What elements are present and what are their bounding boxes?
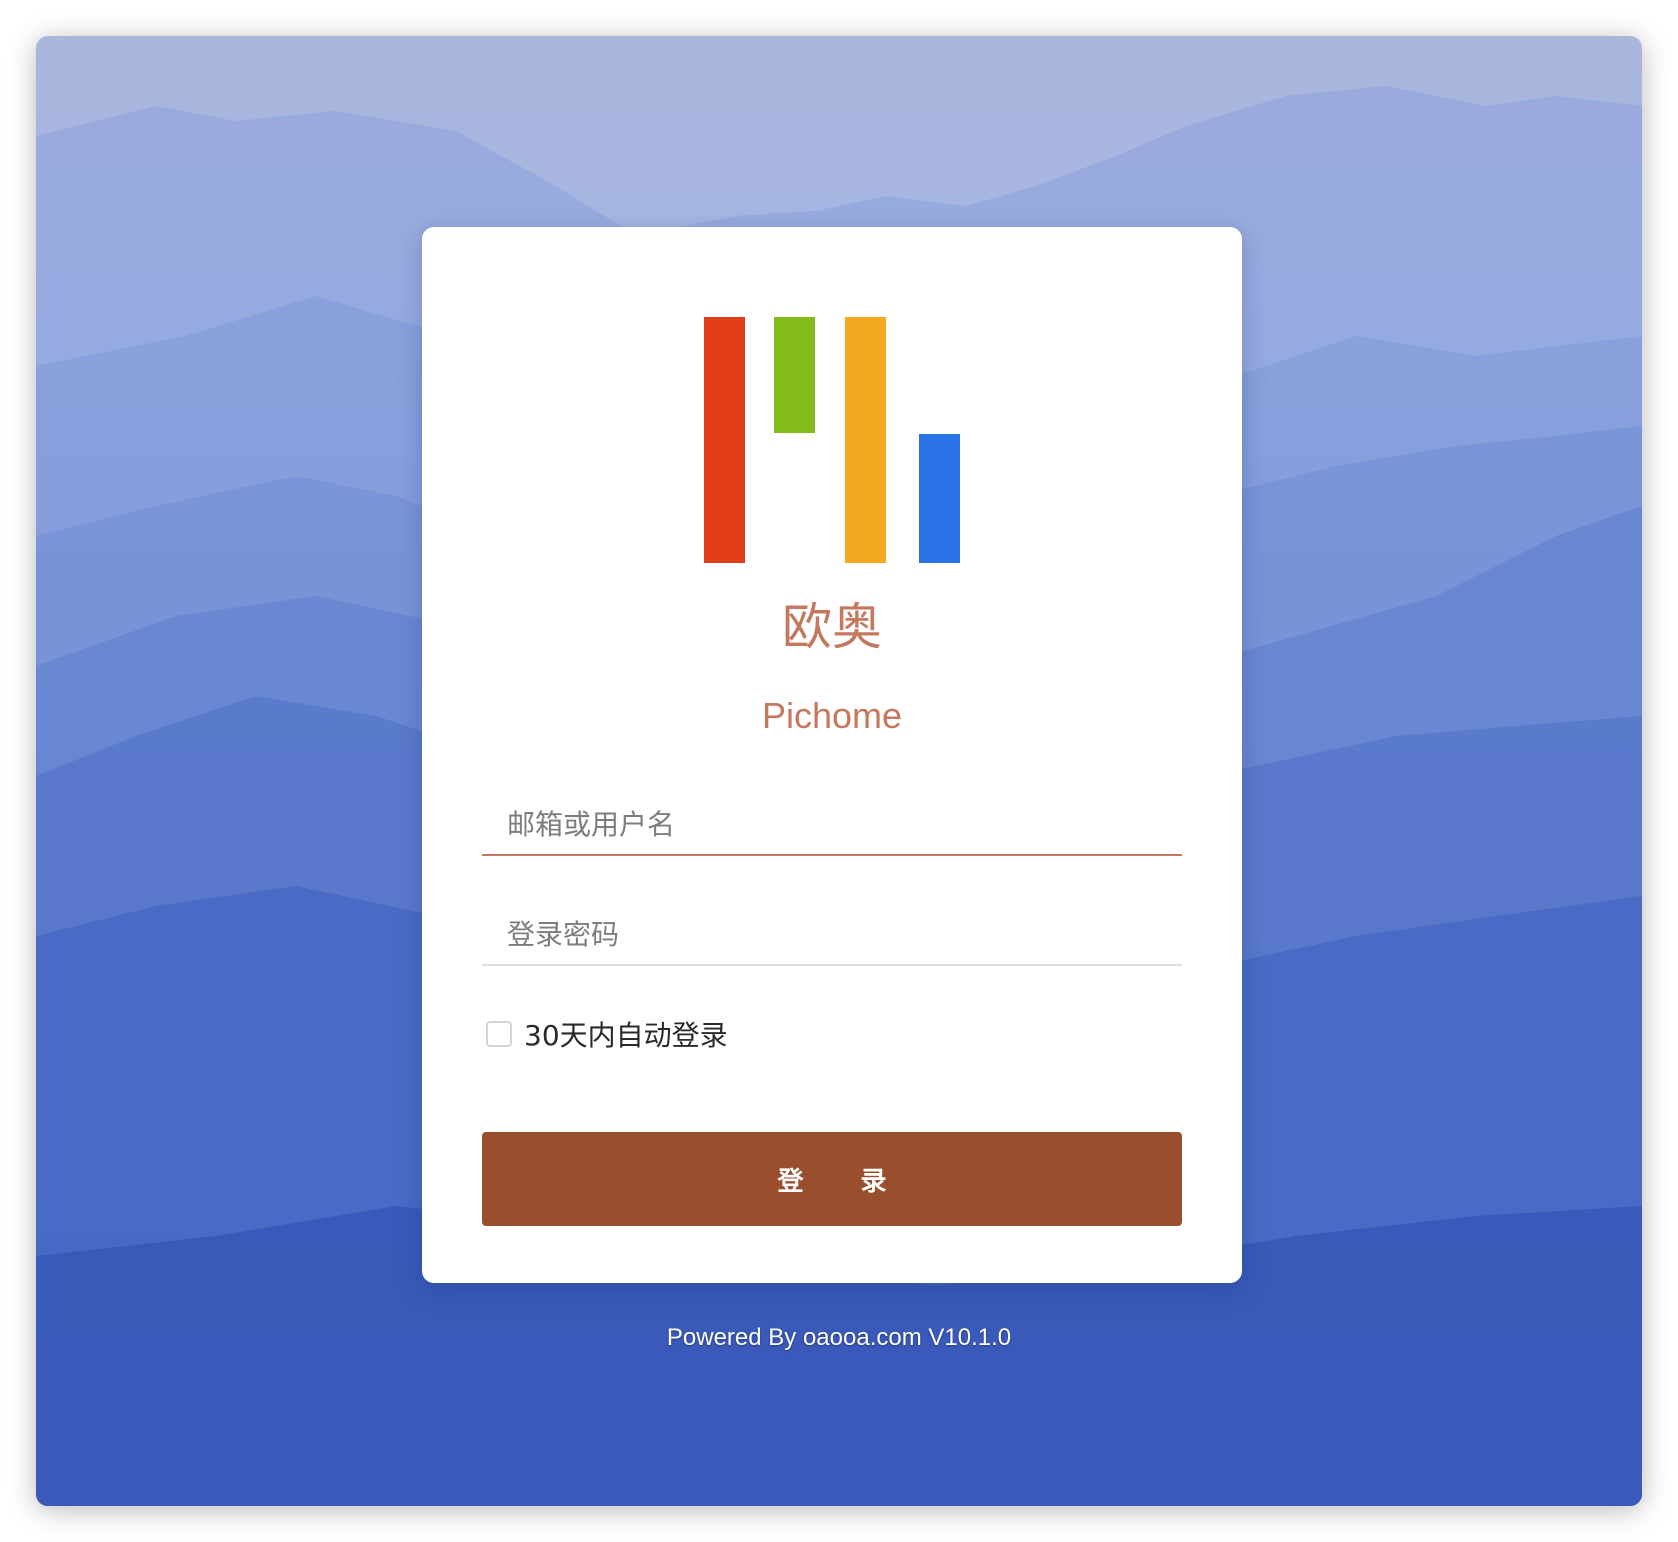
logo-bar-green: [774, 317, 815, 433]
brand-name-chinese: 欧奥: [782, 598, 882, 656]
remember-me-option[interactable]: 30天内自动登录: [486, 1017, 728, 1052]
powered-by-footer: Powered By oaooa.com V10.1.0: [666, 1324, 1012, 1351]
password-input[interactable]: [482, 904, 1182, 966]
username-input[interactable]: [482, 794, 1182, 856]
pichome-logo: [704, 317, 964, 563]
login-window: 欧奥 Pichome 30天内自动登录 登 录 Powered By oaooa…: [36, 36, 1642, 1506]
remember-me-label: 30天内自动登录: [524, 1019, 728, 1052]
login-card: 欧奥 Pichome 30天内自动登录 登 录: [422, 227, 1242, 1283]
logo-bar-blue: [919, 434, 960, 563]
login-button[interactable]: 登 录: [482, 1132, 1182, 1226]
logo-bar-orange: [845, 317, 886, 563]
remember-me-checkbox[interactable]: [486, 1021, 512, 1047]
brand-name-english: Pichome: [761, 695, 903, 736]
logo-bar-red: [704, 317, 745, 563]
